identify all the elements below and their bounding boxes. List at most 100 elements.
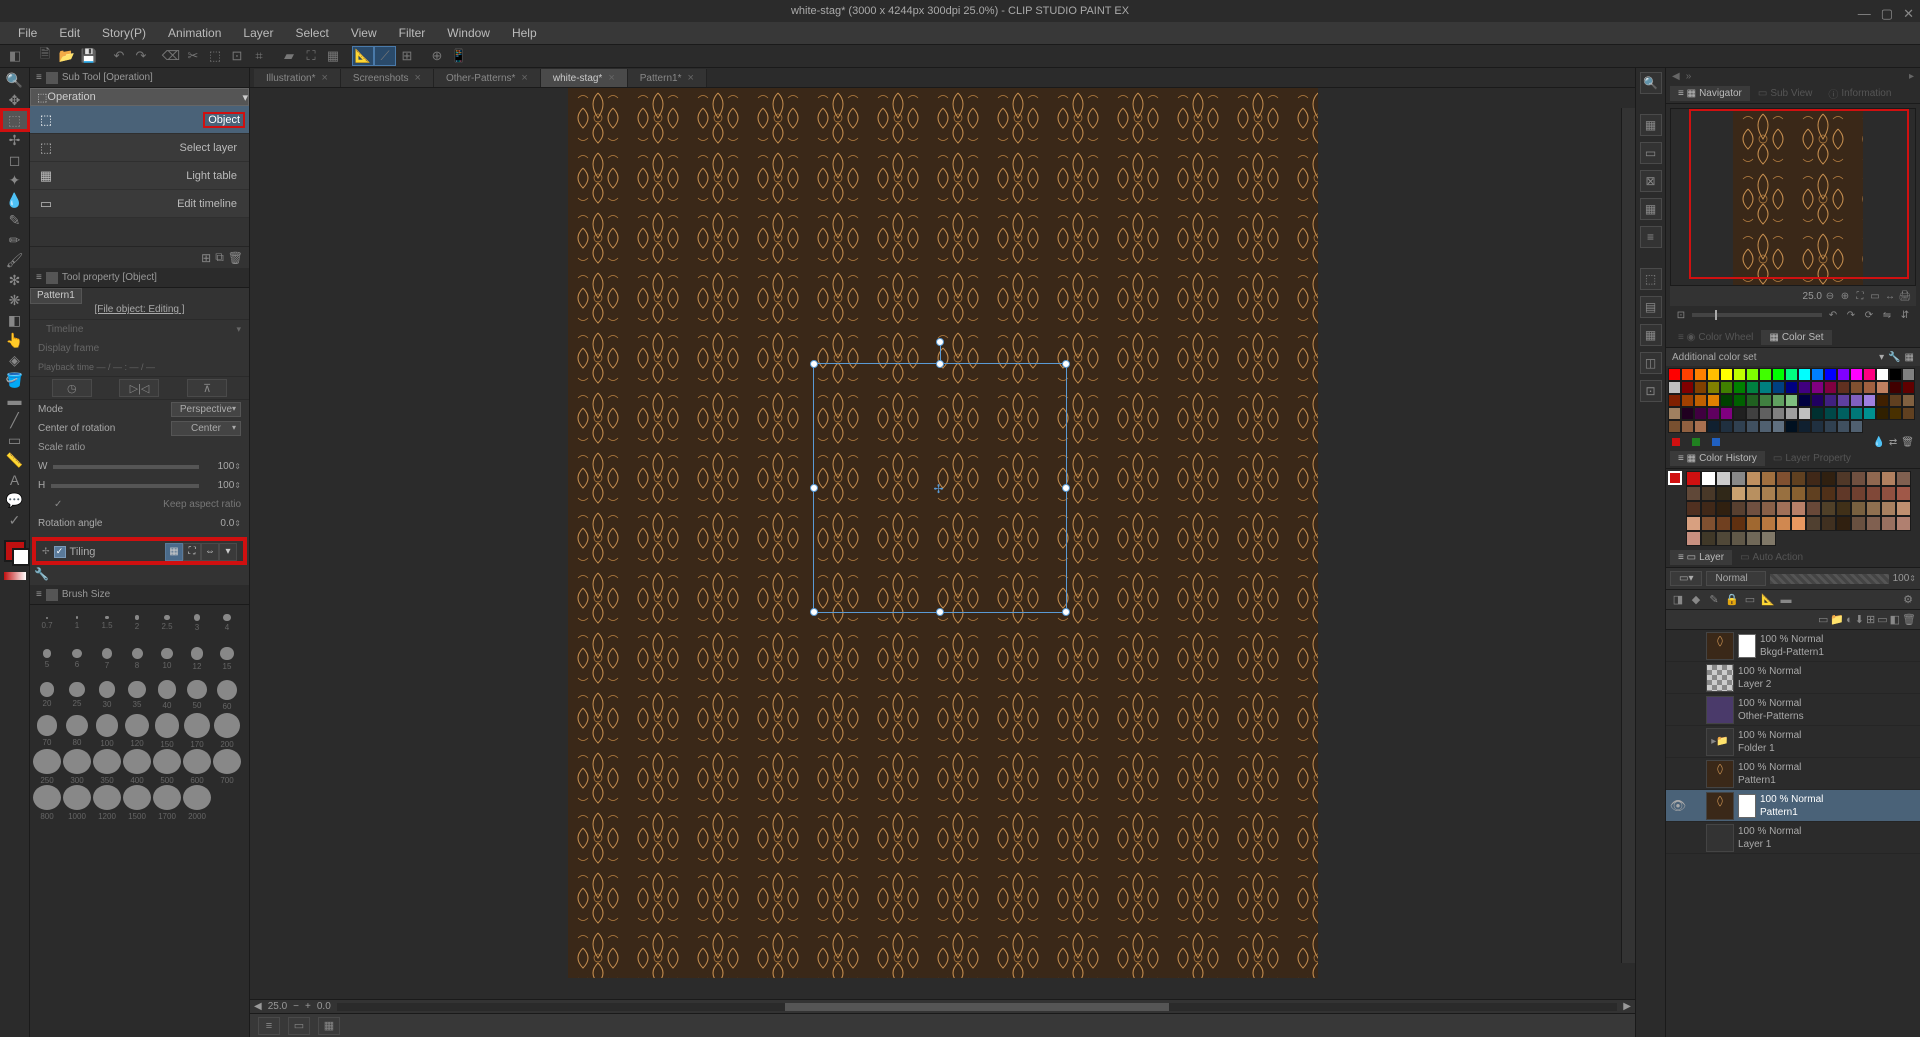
layer-name-label[interactable]: Pattern1 xyxy=(1738,774,1920,787)
history-swatch[interactable] xyxy=(1821,486,1836,501)
apply-mask-icon[interactable]: ◧ xyxy=(1890,613,1900,626)
history-swatch[interactable] xyxy=(1701,531,1716,546)
rotate-right-icon[interactable]: ↷ xyxy=(1844,308,1858,322)
color-swatch[interactable] xyxy=(1837,381,1850,394)
add-color-icon[interactable]: 💧 xyxy=(1872,437,1884,448)
gradient-tool-icon[interactable]: ▬ xyxy=(2,390,28,410)
history-swatch[interactable] xyxy=(1791,471,1806,486)
color-swatch[interactable] xyxy=(1759,381,1772,394)
color-swatch[interactable] xyxy=(1824,407,1837,420)
layer-tab[interactable]: ≡ ▭ Layer xyxy=(1670,550,1732,565)
brush-size-cell[interactable]: 100 xyxy=(92,713,122,749)
brush-size-cell[interactable]: 7 xyxy=(92,641,122,677)
history-swatch[interactable] xyxy=(1791,516,1806,531)
color-history-tab[interactable]: ≡ ▦ Color History xyxy=(1670,451,1765,466)
history-swatch[interactable] xyxy=(1806,471,1821,486)
zoom-out-icon[interactable]: ⊖ xyxy=(1823,289,1837,303)
magnifier-tool-icon[interactable]: 🔍 xyxy=(2,70,28,90)
layer-name-label[interactable]: Layer 1 xyxy=(1738,838,1920,851)
navigator-tab[interactable]: ≡ ▦ Navigator xyxy=(1670,86,1750,101)
rotate-left-icon[interactable]: ↶ xyxy=(1826,308,1840,322)
foreground-color-icon[interactable] xyxy=(4,540,26,562)
color-swatch[interactable] xyxy=(1681,368,1694,381)
auto-action-tab[interactable]: ▭ Auto Action xyxy=(1732,550,1811,565)
color-swatch[interactable] xyxy=(1720,381,1733,394)
layer-name-label[interactable]: Folder 1 xyxy=(1738,742,1920,755)
history-swatch[interactable] xyxy=(1866,486,1881,501)
brush-size-cell[interactable]: 15 xyxy=(212,641,242,677)
color-swatch[interactable] xyxy=(1694,420,1707,433)
rotation-value[interactable]: 0.0 xyxy=(220,518,234,529)
opacity-slider[interactable] xyxy=(1770,574,1888,584)
lock-icon[interactable]: 🔒 xyxy=(1724,592,1740,608)
navigator-view-frame[interactable] xyxy=(1689,109,1909,279)
brush-size-cell[interactable]: 120 xyxy=(122,713,152,749)
history-swatch[interactable] xyxy=(1716,531,1731,546)
color-set-size-icon[interactable]: ▦ xyxy=(1905,352,1914,363)
ruler-visible-icon[interactable]: 📐 xyxy=(1760,592,1776,608)
brush-size-cell[interactable]: 400 xyxy=(122,749,152,785)
history-swatch[interactable] xyxy=(1686,501,1701,516)
brush-size-cell[interactable]: 50 xyxy=(182,677,212,713)
history-swatch[interactable] xyxy=(1791,501,1806,516)
canvas-viewport[interactable]: ✢ xyxy=(250,88,1635,999)
brush-size-tab[interactable]: ≡Brush Size xyxy=(30,585,249,605)
3d-material-icon[interactable]: ⬚ xyxy=(1640,268,1662,290)
flip-v-icon[interactable]: ⇵ xyxy=(1898,308,1912,322)
deselect-icon[interactable]: ⊡ xyxy=(226,46,248,66)
brush-size-cell[interactable]: 3 xyxy=(182,605,212,641)
history-swatch[interactable] xyxy=(1701,471,1716,486)
fill-tool-icon[interactable]: 🪣 xyxy=(2,370,28,390)
decoration-tool-icon[interactable]: ❋ xyxy=(2,290,28,310)
menu-window[interactable]: Window xyxy=(437,24,500,42)
history-swatch[interactable] xyxy=(1836,501,1851,516)
ruler-tool-icon[interactable]: 📏 xyxy=(2,450,28,470)
brush-size-cell[interactable]: 12 xyxy=(182,641,212,677)
eraser-tool-icon[interactable]: ◧ xyxy=(2,310,28,330)
color-swatch[interactable] xyxy=(1863,407,1876,420)
layer-mask-thumbnail[interactable] xyxy=(1738,634,1756,658)
color-swatch[interactable] xyxy=(1746,368,1759,381)
color-swatch[interactable] xyxy=(1837,368,1850,381)
history-swatch[interactable] xyxy=(1776,516,1791,531)
actual-size-icon[interactable]: ▭ xyxy=(1868,289,1882,303)
color-swatch[interactable] xyxy=(1733,368,1746,381)
color-swatch[interactable] xyxy=(1720,407,1733,420)
reset-rotation-icon[interactable]: ⟳ xyxy=(1862,308,1876,322)
color-swatch[interactable] xyxy=(1902,407,1915,420)
brush-size-cell[interactable]: 2.5 xyxy=(152,605,182,641)
color-swatch[interactable] xyxy=(1785,394,1798,407)
history-swatch[interactable] xyxy=(1821,501,1836,516)
color-swatch[interactable] xyxy=(1798,407,1811,420)
color-swatch[interactable] xyxy=(1876,407,1889,420)
history-swatch[interactable] xyxy=(1761,486,1776,501)
color-swatch[interactable] xyxy=(1850,420,1863,433)
menu-view[interactable]: View xyxy=(341,24,387,42)
doc-tab-illustration[interactable]: Illustration*× xyxy=(254,69,341,87)
color-swatch[interactable] xyxy=(1668,407,1681,420)
brush-size-cell[interactable]: 1700 xyxy=(152,785,182,821)
brush-size-cell[interactable]: 600 xyxy=(182,749,212,785)
file-object-link[interactable]: [File object: Editing ] xyxy=(30,304,249,320)
color-swatch[interactable] xyxy=(1772,407,1785,420)
brush-size-cell[interactable]: 25 xyxy=(62,677,92,713)
collapse-panel-icon[interactable]: ◀ xyxy=(1672,71,1680,82)
brush-size-cell[interactable]: 1.5 xyxy=(92,605,122,641)
subtool-light-table[interactable]: ▦Light table xyxy=(30,162,249,190)
delete-subtool-icon[interactable]: 🗑 xyxy=(228,251,243,265)
tone-icon[interactable]: ▦ xyxy=(322,46,344,66)
history-swatch[interactable] xyxy=(1686,531,1701,546)
subtool-object[interactable]: ⬚Object xyxy=(30,106,249,134)
search-icon[interactable]: 🔍 xyxy=(1640,72,1662,94)
color-swatch[interactable] xyxy=(1798,368,1811,381)
scale-icon[interactable]: ⛶ xyxy=(300,46,322,66)
horizontal-scrollbar[interactable] xyxy=(337,1003,1618,1011)
history-swatch[interactable] xyxy=(1881,486,1896,501)
animation-cels-icon[interactable]: ▦ xyxy=(318,1017,340,1035)
history-swatch[interactable] xyxy=(1716,516,1731,531)
select-all-icon[interactable]: ⬚ xyxy=(204,46,226,66)
brush-size-cell[interactable]: 300 xyxy=(62,749,92,785)
brush-size-cell[interactable]: 2 xyxy=(122,605,152,641)
scale-w-slider[interactable] xyxy=(53,465,199,469)
scale-h-value[interactable]: 100 xyxy=(218,480,235,491)
